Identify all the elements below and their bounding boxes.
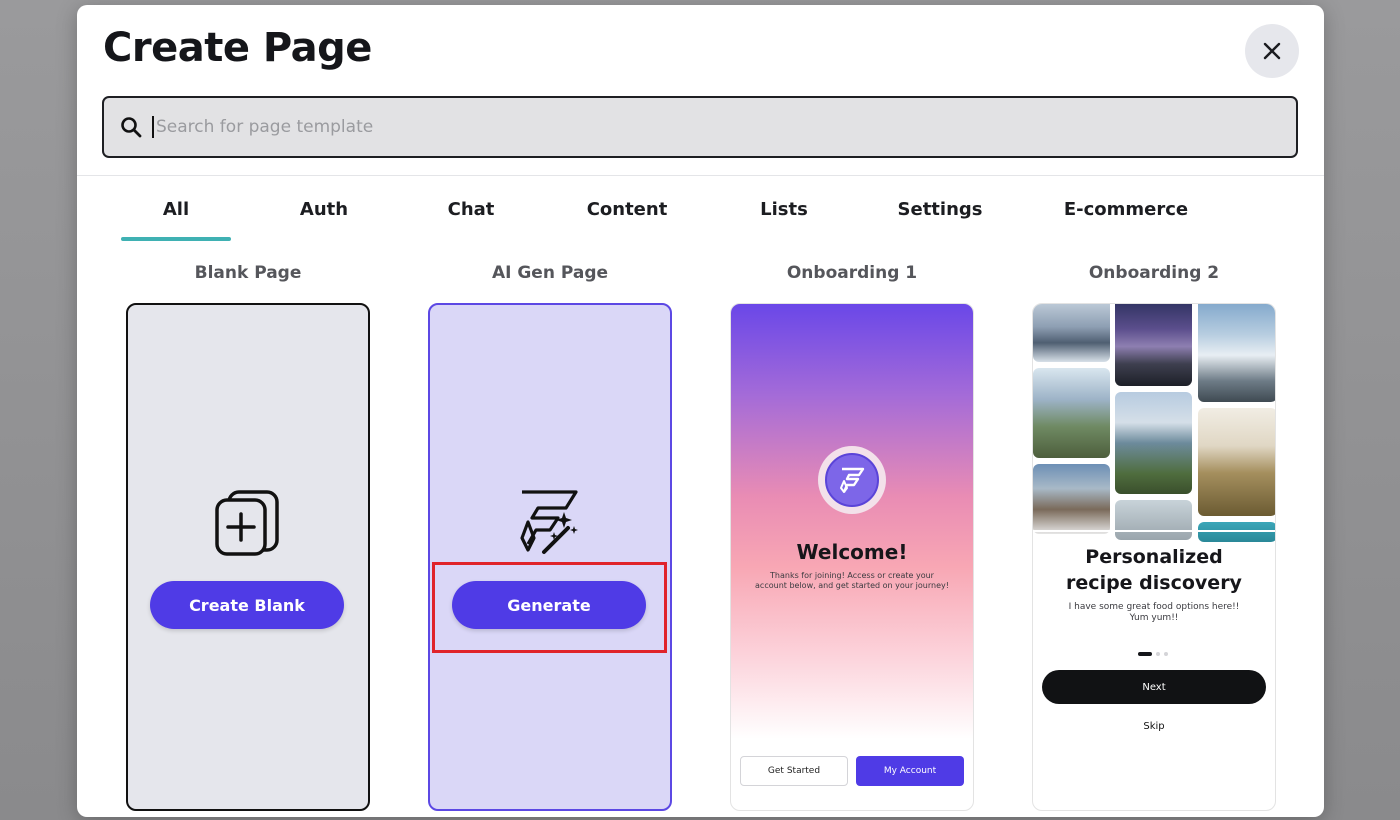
collage-photo bbox=[1115, 392, 1192, 494]
tab-ecommerce[interactable]: E-commerce bbox=[1061, 199, 1191, 220]
create-blank-button[interactable]: Create Blank bbox=[150, 581, 344, 629]
collage-photo bbox=[1033, 304, 1110, 362]
category-tabs: All Auth Chat Content Lists Settings E-c… bbox=[77, 195, 1324, 245]
ai-magic-wand-icon bbox=[520, 490, 578, 554]
my-account-button[interactable]: My Account bbox=[856, 756, 964, 786]
tab-chat[interactable]: Chat bbox=[416, 199, 526, 220]
collage-photo bbox=[1198, 522, 1275, 542]
template-card-onboarding-2[interactable]: Personalized recipe discovery I have som… bbox=[1032, 303, 1276, 811]
onboarding-heading-line-2: recipe discovery bbox=[1066, 572, 1242, 594]
tab-auth[interactable]: Auth bbox=[269, 199, 379, 220]
header-divider bbox=[77, 175, 1324, 176]
next-button[interactable]: Next bbox=[1042, 670, 1266, 704]
search-box[interactable] bbox=[102, 96, 1298, 158]
collage-divider bbox=[1033, 530, 1275, 532]
pagination-dot-active bbox=[1138, 652, 1152, 656]
pagination-dot bbox=[1164, 652, 1168, 656]
close-button[interactable] bbox=[1245, 24, 1299, 78]
logo-icon bbox=[840, 467, 865, 493]
onboarding-heading: Personalized recipe discovery bbox=[1033, 544, 1275, 596]
collage-photo bbox=[1033, 464, 1110, 534]
card-title-onboarding-2: Onboarding 2 bbox=[1088, 263, 1220, 283]
create-page-modal: Create Page All Auth Chat Content Lists … bbox=[77, 5, 1324, 817]
active-tab-indicator bbox=[121, 237, 231, 241]
collage-photo bbox=[1033, 368, 1110, 458]
get-started-button[interactable]: Get Started bbox=[740, 756, 848, 786]
template-card-ai-gen[interactable]: Generate bbox=[428, 303, 672, 811]
template-card-onboarding-1[interactable]: Welcome! Thanks for joining! Access or c… bbox=[730, 303, 974, 811]
card-title-blank: Blank Page bbox=[194, 263, 302, 283]
tab-all[interactable]: All bbox=[121, 199, 231, 220]
collage-photo bbox=[1115, 500, 1192, 540]
add-page-icon bbox=[215, 490, 279, 556]
app-logo bbox=[818, 446, 886, 514]
skip-link[interactable]: Skip bbox=[1033, 721, 1275, 732]
tab-settings[interactable]: Settings bbox=[885, 199, 995, 220]
card-title-ai-gen: AI Gen Page bbox=[491, 263, 609, 283]
tab-content[interactable]: Content bbox=[567, 199, 687, 220]
generate-button[interactable]: Generate bbox=[452, 581, 646, 629]
search-input[interactable] bbox=[152, 116, 1252, 138]
modal-title: Create Page bbox=[103, 25, 372, 71]
close-icon bbox=[1263, 42, 1281, 60]
tab-lists[interactable]: Lists bbox=[729, 199, 839, 220]
welcome-subtext: Thanks for joining! Access or create you… bbox=[755, 571, 949, 590]
card-title-onboarding-1: Onboarding 1 bbox=[786, 263, 918, 283]
onboarding-heading-line-1: Personalized bbox=[1085, 546, 1223, 568]
collage-photo bbox=[1115, 304, 1192, 386]
onboarding-subtext: I have some great food options here!! Yu… bbox=[1068, 602, 1240, 623]
collage-photo bbox=[1198, 304, 1275, 402]
welcome-heading: Welcome! bbox=[796, 540, 908, 564]
pagination-dot bbox=[1156, 652, 1160, 656]
collage-photo bbox=[1198, 408, 1275, 516]
search-icon bbox=[121, 117, 142, 138]
template-card-blank[interactable]: Create Blank bbox=[126, 303, 370, 811]
pagination-dots bbox=[1138, 652, 1168, 656]
